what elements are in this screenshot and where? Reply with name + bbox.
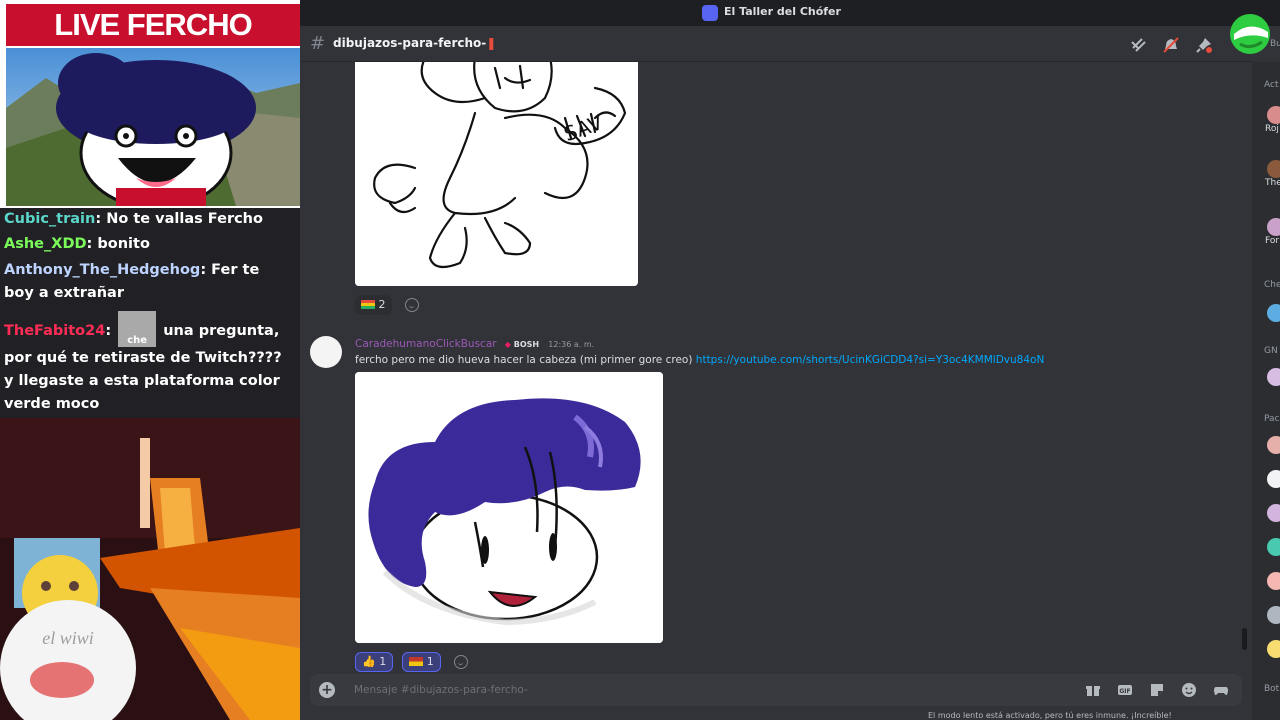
plus-icon[interactable]: + [319,682,335,698]
channel-header: # dibujazos-para-fercho-❚ [300,26,1252,62]
message-text: fercho pero me dio hueva hacer la cabeza… [355,354,1045,366]
role-badge: ◆ BOSH [504,340,540,349]
reaction-flag[interactable]: 1 [402,651,441,672]
app-title-bar: El Taller del Chófer [300,0,1280,26]
chat-message: Cubic_train: No te vallas Fercho [4,211,263,227]
member-avatar[interactable] [1267,470,1280,488]
message-timestamp: 12:36 a. m. [548,340,595,349]
member-avatar[interactable] [1267,218,1280,236]
channel-name: dibujazos-para-fercho-❚ [333,36,497,50]
pin-icon[interactable] [1195,36,1213,54]
game-icon[interactable] [1213,682,1229,698]
chat-username: Ashe_XDD [4,236,87,252]
hash-icon: # [310,33,326,54]
sticker-icon[interactable] [1149,682,1165,698]
member-avatar[interactable] [1267,304,1280,322]
mute-icon[interactable] [1162,36,1180,54]
stream-overlay: LIVE FERCHO REACTION [0,0,302,720]
message-author[interactable]: CaradehumanoClickBuscar [355,338,497,350]
member-name[interactable]: Roj [1265,124,1279,134]
reaction-bolivia-flag[interactable]: 2 [355,294,392,315]
emoji-icon[interactable] [1181,682,1197,698]
chat-username: Cubic_train [4,211,96,227]
member-avatar[interactable] [1267,606,1280,624]
chat-text: No te vallas Fercho [106,211,263,227]
member-avatar[interactable] [1267,504,1280,522]
chat-message: Ashe_XDD: bonito [4,236,150,252]
drawing-attachment[interactable] [355,372,663,643]
threads-icon[interactable] [1130,36,1148,54]
flag-icon [409,656,424,666]
che-emote: che [118,311,157,347]
scrollbar-thumb[interactable] [1242,628,1247,650]
message-input[interactable] [354,674,1054,706]
chat-message: Anthony_The_Hedgehog: Fer te boy a extra… [4,262,260,301]
avatar-cartoon [6,48,300,206]
streamer-avatar-icon[interactable] [1226,10,1274,54]
gameplay-view: el wiwi [0,418,300,720]
reaction-bar: 👍 1 1 [355,651,468,672]
search-label[interactable]: Bus [1270,39,1280,49]
member-avatar[interactable] [1267,640,1280,658]
member-avatar[interactable] [1267,538,1280,556]
bolivia-flag-icon [361,299,375,309]
message-composer: + GIF [310,674,1242,706]
chat-username: TheFabito24 [4,323,106,339]
message-header: CaradehumanoClickBuscar ◆ BOSH 12:36 a. … [355,338,594,350]
member-section-label: Act [1264,80,1279,90]
slowmode-notice: El modo lento está activado, pero tú ere… [928,711,1172,720]
member-avatar[interactable] [1267,572,1280,590]
member-avatar[interactable] [1267,106,1280,124]
message-list[interactable]: SAV 2 CaradehumanoClickBuscar ◆ BOSH 12:… [300,62,1252,674]
watermark-text: el wiwi [42,628,94,648]
user-avatar[interactable] [310,336,342,368]
server-title: El Taller del Chófer [724,5,841,18]
member-section-label: Che [1264,280,1280,290]
member-avatar[interactable] [1267,436,1280,454]
member-section-label: Bot [1264,684,1280,694]
drawing-attachment[interactable]: SAV [355,62,638,286]
chat-text: bonito [97,236,150,252]
gif-icon[interactable]: GIF [1117,682,1133,698]
member-section-label: Pac [1264,414,1280,424]
member-list: Act Roj The For Che GN Pac Bot [1252,62,1280,720]
live-banner: LIVE FERCHO REACTION [6,4,300,84]
add-reaction-icon[interactable] [453,654,468,669]
thumbs-up-icon: 👍 [362,654,376,668]
svg-text:GIF: GIF [1119,688,1130,695]
add-reaction-icon[interactable] [404,297,419,312]
gift-icon[interactable] [1085,682,1101,698]
member-avatar[interactable] [1267,160,1280,178]
screen: LIVE FERCHO REACTION [0,0,1280,720]
member-avatar[interactable] [1267,368,1280,386]
reaction-bar: 2 [355,294,419,315]
webcam-frame: LIVE FERCHO REACTION [0,0,302,208]
chat-username: Anthony_The_Hedgehog [4,262,201,278]
member-name[interactable]: For [1265,236,1279,246]
stream-chat: Cubic_train: No te vallas Fercho Ashe_XD… [0,208,300,418]
member-name[interactable]: The [1265,178,1280,188]
member-section-label: GN [1264,346,1278,356]
chat-message: TheFabito24: che una pregunta, por qué t… [4,311,294,416]
youtube-link[interactable]: https://youtube.com/shorts/UcinKGiCDD4?s… [696,354,1045,366]
reaction-thumbs-up[interactable]: 👍 1 [355,651,394,672]
